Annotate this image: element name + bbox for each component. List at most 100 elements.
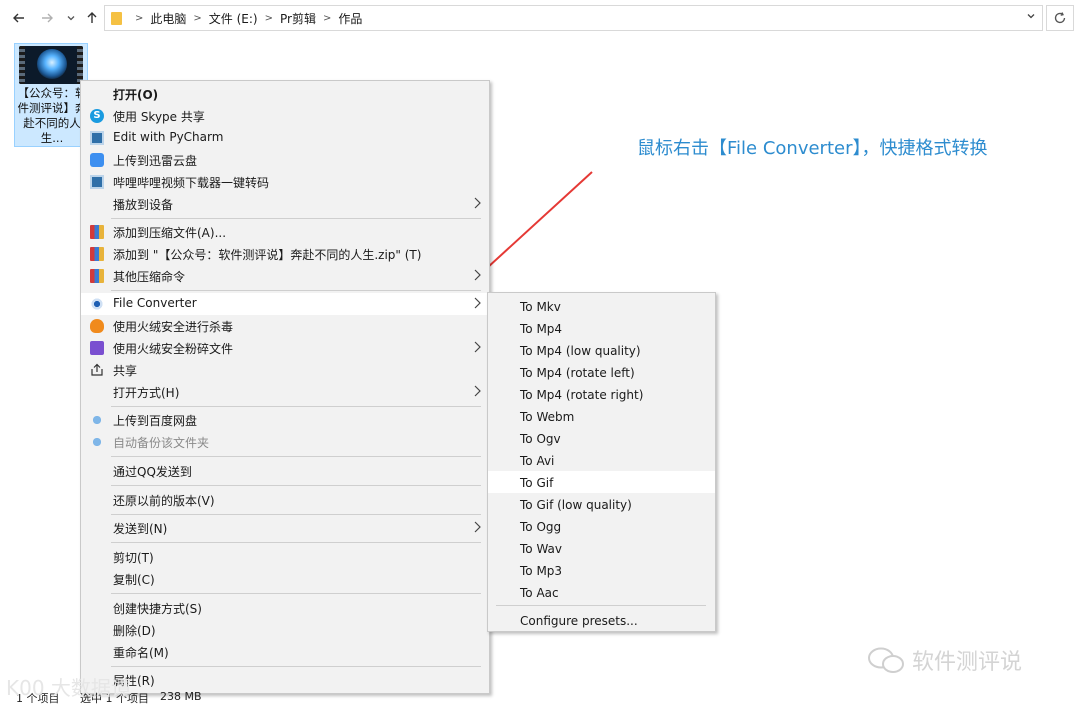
menu-item-label: 剪切(T) xyxy=(113,551,154,565)
submenu-item-label: To Mkv xyxy=(520,300,561,314)
menu-item-label: 添加到 "【公众号：软件测评说】奔赴不同的人生.zip" (T) xyxy=(113,248,422,262)
bilibili-icon xyxy=(90,175,104,189)
menu-item-label: 上传到百度网盘 xyxy=(113,414,198,428)
submenu-item[interactable]: To Ogg xyxy=(488,515,715,537)
menu-item-label: 发送到(N) xyxy=(113,522,168,536)
pycharm-icon xyxy=(90,131,104,145)
submenu-item[interactable]: To Aac xyxy=(488,581,715,603)
winrar-icon xyxy=(90,269,104,283)
thunder-icon xyxy=(90,153,104,167)
submenu-item-label: To Mp3 xyxy=(520,564,563,578)
menu-item-label: 播放到设备 xyxy=(113,198,174,212)
status-selected-size: 238 MB xyxy=(160,690,202,703)
menu-item-huorong-scan[interactable]: 使用火绒安全进行杀毒 xyxy=(81,315,489,337)
menu-item-label: 还原以前的版本(V) xyxy=(113,494,215,508)
submenu-item-configure-presets[interactable]: Configure presets... xyxy=(488,609,715,631)
menu-item-cut[interactable]: 剪切(T) xyxy=(81,546,489,568)
chevron-right-icon xyxy=(474,297,481,309)
winrar-icon xyxy=(90,225,104,239)
submenu-item-label: To Gif xyxy=(520,476,554,490)
chevron-right-icon xyxy=(474,521,481,533)
menu-item-label: 删除(D) xyxy=(113,624,156,638)
menu-item-pycharm[interactable]: Edit with PyCharm xyxy=(81,127,489,149)
context-menu: 打开(O) S 使用 Skype 共享 Edit with PyCharm 上传… xyxy=(80,80,490,694)
submenu-item[interactable]: To Mp4 xyxy=(488,317,715,339)
status-bar: 1 个项目 选中 1 个项目 238 MB xyxy=(0,688,1080,708)
menu-item-skype-share[interactable]: S 使用 Skype 共享 xyxy=(81,105,489,127)
menu-item-baidu-upload[interactable]: 上传到百度网盘 xyxy=(81,409,489,431)
menu-item-label: 添加到压缩文件(A)... xyxy=(113,226,227,240)
menu-item-label: 打开(O) xyxy=(113,88,159,102)
watermark-left: K00 大数据谭 xyxy=(6,676,131,700)
baidu-cloud-icon xyxy=(90,413,104,427)
menu-item-file-converter[interactable]: File Converter xyxy=(81,293,489,315)
menu-item-bilibili-transcode[interactable]: 哔哩哔哩视频下载器一键转码 xyxy=(81,171,489,193)
submenu-item-label: To Ogv xyxy=(520,432,561,446)
submenu-item-label: To Gif (low quality) xyxy=(520,498,632,512)
submenu-item[interactable]: To Wav xyxy=(488,537,715,559)
menu-item-label: 使用 Skype 共享 xyxy=(113,110,205,124)
submenu-item-label: To Mp4 (rotate right) xyxy=(520,388,644,402)
menu-item-create-shortcut[interactable]: 创建快捷方式(S) xyxy=(81,597,489,619)
submenu-item[interactable]: To Mp4 (rotate right) xyxy=(488,383,715,405)
menu-item-label: 哔哩哔哩视频下载器一键转码 xyxy=(113,176,270,190)
chevron-right-icon xyxy=(474,341,481,353)
menu-item-rename[interactable]: 重命名(M) xyxy=(81,641,489,663)
submenu-item[interactable]: To Mkv xyxy=(488,295,715,317)
file-converter-submenu: To Mkv To Mp4 To Mp4 (low quality) To Mp… xyxy=(487,292,716,632)
submenu-item-label: To Webm xyxy=(520,410,575,424)
menu-item-huorong-shred[interactable]: 使用火绒安全粉碎文件 xyxy=(81,337,489,359)
menu-item-restore-versions[interactable]: 还原以前的版本(V) xyxy=(81,489,489,511)
menu-item-copy[interactable]: 复制(C) xyxy=(81,568,489,590)
huorong-icon xyxy=(90,319,104,333)
wechat-icon xyxy=(866,646,906,674)
menu-item-cast-to-device[interactable]: 播放到设备 xyxy=(81,193,489,215)
submenu-item-label: Configure presets... xyxy=(520,614,638,628)
menu-item-thunder-cloud[interactable]: 上传到迅雷云盘 xyxy=(81,149,489,171)
submenu-item-label: To Avi xyxy=(520,454,555,468)
skype-icon: S xyxy=(90,109,104,123)
submenu-item[interactable]: To Ogv xyxy=(488,427,715,449)
menu-item-label: 上传到迅雷云盘 xyxy=(113,154,198,168)
submenu-item-label: To Mp4 xyxy=(520,322,563,336)
menu-item-send-to[interactable]: 发送到(N) xyxy=(81,517,489,539)
submenu-item[interactable]: To Mp4 (low quality) xyxy=(488,339,715,361)
menu-item-open-with[interactable]: 打开方式(H) xyxy=(81,381,489,403)
shredder-icon xyxy=(90,341,104,355)
menu-item-auto-backup[interactable]: 自动备份该文件夹 xyxy=(81,431,489,453)
menu-item-other-compress[interactable]: 其他压缩命令 xyxy=(81,265,489,287)
submenu-item-to-gif[interactable]: To Gif xyxy=(488,471,715,493)
submenu-item[interactable]: To Mp3 xyxy=(488,559,715,581)
menu-item-label: 自动备份该文件夹 xyxy=(113,436,210,450)
menu-item-label: 使用火绒安全粉碎文件 xyxy=(113,342,234,356)
menu-item-label: 创建快捷方式(S) xyxy=(113,602,202,616)
menu-item-delete[interactable]: 删除(D) xyxy=(81,619,489,641)
baidu-cloud-icon xyxy=(90,435,104,449)
menu-item-label: 复制(C) xyxy=(113,573,155,587)
chevron-right-icon xyxy=(474,269,481,281)
menu-item-label: 其他压缩命令 xyxy=(113,270,186,284)
menu-item-share[interactable]: 共享 xyxy=(81,359,489,381)
submenu-item[interactable]: To Gif (low quality) xyxy=(488,493,715,515)
winrar-icon xyxy=(90,247,104,261)
menu-item-label: 重命名(M) xyxy=(113,646,169,660)
submenu-item-label: To Mp4 (rotate left) xyxy=(520,366,635,380)
chevron-right-icon xyxy=(474,385,481,397)
submenu-item[interactable]: To Mp4 (rotate left) xyxy=(488,361,715,383)
menu-item-add-to-zip[interactable]: 添加到 "【公众号：软件测评说】奔赴不同的人生.zip" (T) xyxy=(81,243,489,265)
menu-item-label: File Converter xyxy=(113,296,197,310)
menu-item-label: 使用火绒安全进行杀毒 xyxy=(113,320,234,334)
menu-item-label: 共享 xyxy=(113,364,138,378)
submenu-item[interactable]: To Webm xyxy=(488,405,715,427)
chevron-right-icon xyxy=(474,197,481,209)
menu-item-send-via-qq[interactable]: 通过QQ发送到 xyxy=(81,460,489,482)
menu-item-label: Edit with PyCharm xyxy=(113,130,224,144)
watermark-text: 软件测评说 xyxy=(912,650,1023,675)
share-icon xyxy=(90,363,104,377)
menu-item-add-to-archive[interactable]: 添加到压缩文件(A)... xyxy=(81,221,489,243)
menu-item-label: 通过QQ发送到 xyxy=(113,465,192,479)
file-converter-icon xyxy=(90,297,104,311)
submenu-item-label: To Ogg xyxy=(520,520,562,534)
menu-item-open[interactable]: 打开(O) xyxy=(81,83,489,105)
submenu-item[interactable]: To Avi xyxy=(488,449,715,471)
